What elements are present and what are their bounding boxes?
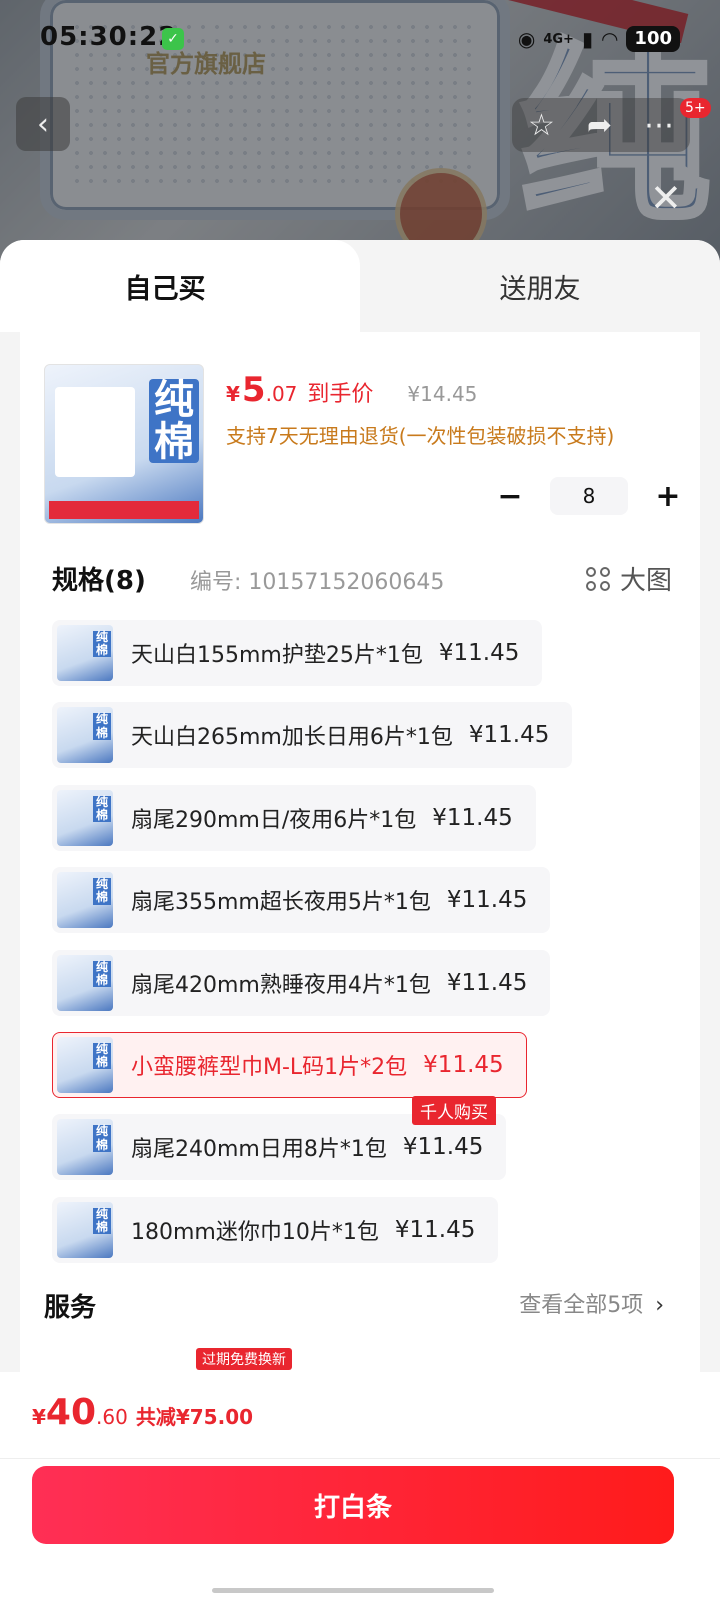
option-price: ¥11.45: [446, 887, 528, 914]
checkout-button[interactable]: 打白条: [32, 1466, 674, 1544]
service-header: 服务 查看全部5项 ›: [44, 1287, 664, 1327]
option-price: ¥11.45: [438, 640, 520, 666]
thumb-pack-graphic: [55, 387, 135, 477]
spec-option[interactable]: 天山白155mm护垫25片*1包 ¥11.45: [52, 620, 543, 686]
option-label: 扇尾355mm超长夜用5片*1包: [131, 890, 431, 916]
price-decimal: .07: [265, 382, 298, 406]
option-label: 扇尾240mm日用8片*1包: [131, 1137, 387, 1163]
view-all-services-link[interactable]: 查看全部5项 ›: [519, 1287, 664, 1319]
decrease-quantity-button[interactable]: −: [490, 476, 530, 516]
product-code: 编号: 10157152060645: [190, 570, 445, 595]
total-decimal: .60: [96, 1405, 128, 1429]
spec-title: 规格(8): [52, 566, 146, 596]
option-thumbnail: [57, 1119, 113, 1176]
spec-options: 天山白155mm护垫25片*1包 ¥11.45 天山白265mm加长日用6片*1包…: [52, 620, 672, 1279]
option-price: ¥11.45: [402, 1134, 484, 1161]
spec-option-selected[interactable]: 小蛮腰裤型巾M-L码1片*2包 ¥11.45: [52, 1031, 527, 1098]
wifi-icon: ◠: [600, 27, 619, 51]
option-label: 180mm迷你巾10片*1包: [131, 1219, 379, 1245]
option-thumbnail: [57, 707, 113, 764]
more-icon[interactable]: ⋯: [644, 108, 674, 143]
status-icons: ◉ 4G+ ▮ ◠ 100: [518, 26, 680, 52]
battery-indicator: 100: [626, 26, 680, 52]
notification-icon: ✓: [162, 28, 184, 50]
big-image-toggle[interactable]: 大图: [585, 560, 672, 597]
back-button[interactable]: ‹: [16, 97, 70, 151]
price-integer: 5: [241, 370, 266, 410]
option-thumbnail: [57, 872, 113, 929]
spec-option[interactable]: 180mm迷你巾10片*1包 ¥11.45: [52, 1196, 499, 1263]
quantity-stepper: − 8 +: [490, 476, 688, 516]
total-currency: ¥: [32, 1405, 46, 1429]
price-row: ¥ 5 .07 到手价 ¥14.45: [226, 370, 477, 410]
option-thumbnail: [57, 625, 113, 681]
product-thumbnail[interactable]: 纯棉: [44, 364, 204, 524]
signal-icon: ▮: [581, 27, 593, 51]
option-price: ¥11.45: [423, 1051, 504, 1078]
option-label: 扇尾290mm日/夜用6片*1包: [131, 807, 417, 833]
spec-header: 规格(8) 编号: 10157152060645 大图: [52, 560, 672, 600]
option-thumbnail: [57, 954, 113, 1011]
price-currency: ¥: [226, 382, 240, 406]
option-price: ¥11.45: [446, 969, 528, 996]
sku-card: 纯棉 ¥ 5 .07 到手价 ¥14.45 支持7天无理由退货(一次性包装破损不…: [20, 332, 700, 1392]
thumb-char: 纯棉: [149, 379, 199, 463]
top-action-group: ☆ ➦ ⋯: [512, 98, 690, 152]
more-count-badge: 5+: [680, 98, 711, 118]
grid-icon: [585, 566, 610, 591]
total-price: ¥ 40 .60 共减¥75.00: [32, 1392, 253, 1433]
option-price: ¥11.45: [468, 722, 550, 749]
tab-label: 送朋友: [499, 273, 581, 305]
option-price: ¥11.45: [394, 1216, 476, 1243]
hot-sale-badge: 千人购买: [412, 1096, 496, 1125]
buy-tabs: 自己买 送朋友: [0, 240, 720, 332]
chevron-right-icon: ›: [655, 1293, 664, 1318]
return-policy-note: 支持7天无理由退货(一次性包装破损不支持): [226, 424, 615, 448]
status-bar: 05:30:22 ✓ ◉ 4G+ ▮ ◠ 100: [0, 22, 720, 58]
tab-send-to-friend[interactable]: 送朋友: [360, 240, 720, 332]
tab-buy-for-self[interactable]: 自己买: [0, 240, 360, 332]
share-icon[interactable]: ➦: [587, 108, 612, 143]
tab-label: 自己买: [124, 273, 206, 305]
view-all-label: 查看全部5项: [519, 1293, 644, 1318]
service-title: 服务: [44, 1293, 97, 1323]
spec-option[interactable]: 扇尾420mm熟睡夜用4片*1包 ¥11.45: [52, 949, 551, 1016]
total-saving: 共减¥75.00: [135, 1405, 254, 1429]
divider: [0, 1458, 720, 1459]
option-label: 天山白155mm护垫25片*1包: [131, 643, 423, 668]
option-label: 小蛮腰裤型巾M-L码1片*2包: [131, 1054, 408, 1080]
option-label: 天山白265mm加长日用6片*1包: [131, 725, 453, 751]
spec-option[interactable]: 扇尾290mm日/夜用6片*1包 ¥11.45: [52, 784, 536, 851]
home-indicator[interactable]: [212, 1588, 494, 1593]
big-image-label: 大图: [619, 566, 672, 596]
close-icon[interactable]: ✕: [650, 176, 682, 220]
original-price: ¥14.45: [407, 382, 478, 406]
dnd-icon: ◉: [517, 27, 536, 51]
quantity-value[interactable]: 8: [550, 477, 628, 515]
chevron-left-icon: ‹: [37, 106, 49, 142]
total-integer: 40: [45, 1392, 97, 1433]
final-price-label: 到手价: [307, 382, 374, 407]
thumb-strip: [49, 501, 199, 519]
option-label: 扇尾420mm熟睡夜用4片*1包: [131, 972, 431, 998]
service-tag-badge: 过期免费换新: [196, 1348, 292, 1370]
status-time: 05:30:22: [40, 22, 178, 52]
option-thumbnail: [57, 1201, 113, 1258]
checkout-bar: ¥ 40 .60 共减¥75.00 打白条: [0, 1372, 720, 1600]
network-label: 4G+: [543, 31, 574, 47]
increase-quantity-button[interactable]: +: [648, 476, 688, 516]
option-thumbnail: [57, 789, 113, 846]
option-thumbnail: [57, 1036, 113, 1093]
spec-option[interactable]: 扇尾355mm超长夜用5片*1包 ¥11.45: [52, 867, 551, 934]
option-price: ¥11.45: [432, 804, 513, 831]
spec-option[interactable]: 天山白265mm加长日用6片*1包 ¥11.45: [52, 702, 573, 769]
favorite-star-icon[interactable]: ☆: [528, 108, 555, 143]
